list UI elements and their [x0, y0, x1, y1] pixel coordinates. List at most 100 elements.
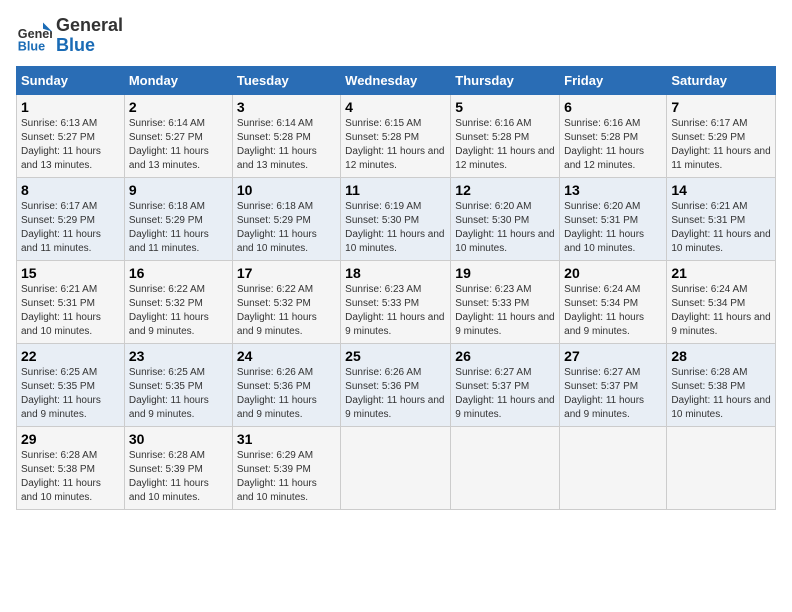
day-number: 15 — [21, 265, 120, 281]
logo-blue: Blue — [56, 36, 123, 56]
day-cell: 7 Sunrise: 6:17 AM Sunset: 5:29 PM Dayli… — [667, 94, 776, 177]
day-cell: 20 Sunrise: 6:24 AM Sunset: 5:34 PM Dayl… — [560, 260, 667, 343]
day-number: 6 — [564, 99, 662, 115]
header-cell-tuesday: Tuesday — [232, 66, 340, 94]
day-detail: Sunrise: 6:22 AM Sunset: 5:32 PM Dayligh… — [237, 283, 336, 339]
week-row-2: 8 Sunrise: 6:17 AM Sunset: 5:29 PM Dayli… — [17, 177, 776, 260]
day-detail: Sunrise: 6:14 AM Sunset: 5:28 PM Dayligh… — [237, 117, 336, 173]
day-cell: 16 Sunrise: 6:22 AM Sunset: 5:32 PM Dayl… — [124, 260, 232, 343]
day-detail: Sunrise: 6:17 AM Sunset: 5:29 PM Dayligh… — [21, 200, 120, 256]
day-cell: 28 Sunrise: 6:28 AM Sunset: 5:38 PM Dayl… — [667, 343, 776, 426]
week-row-4: 22 Sunrise: 6:25 AM Sunset: 5:35 PM Dayl… — [17, 343, 776, 426]
day-detail: Sunrise: 6:16 AM Sunset: 5:28 PM Dayligh… — [455, 117, 555, 173]
day-detail: Sunrise: 6:29 AM Sunset: 5:39 PM Dayligh… — [237, 449, 336, 505]
day-number: 19 — [455, 265, 555, 281]
day-number: 22 — [21, 348, 120, 364]
day-cell: 13 Sunrise: 6:20 AM Sunset: 5:31 PM Dayl… — [560, 177, 667, 260]
header-cell-saturday: Saturday — [667, 66, 776, 94]
day-number: 16 — [129, 265, 228, 281]
day-number: 17 — [237, 265, 336, 281]
header-cell-sunday: Sunday — [17, 66, 125, 94]
day-cell: 29 Sunrise: 6:28 AM Sunset: 5:38 PM Dayl… — [17, 426, 125, 509]
day-cell: 31 Sunrise: 6:29 AM Sunset: 5:39 PM Dayl… — [232, 426, 340, 509]
day-detail: Sunrise: 6:23 AM Sunset: 5:33 PM Dayligh… — [345, 283, 446, 339]
day-number: 21 — [671, 265, 771, 281]
page-header: General Blue General Blue — [16, 16, 776, 56]
day-cell: 10 Sunrise: 6:18 AM Sunset: 5:29 PM Dayl… — [232, 177, 340, 260]
header-cell-friday: Friday — [560, 66, 667, 94]
day-cell: 3 Sunrise: 6:14 AM Sunset: 5:28 PM Dayli… — [232, 94, 340, 177]
day-number: 18 — [345, 265, 446, 281]
day-number: 2 — [129, 99, 228, 115]
day-cell: 25 Sunrise: 6:26 AM Sunset: 5:36 PM Dayl… — [341, 343, 451, 426]
day-number: 29 — [21, 431, 120, 447]
header-cell-wednesday: Wednesday — [341, 66, 451, 94]
day-detail: Sunrise: 6:25 AM Sunset: 5:35 PM Dayligh… — [129, 366, 228, 422]
week-row-3: 15 Sunrise: 6:21 AM Sunset: 5:31 PM Dayl… — [17, 260, 776, 343]
day-number: 7 — [671, 99, 771, 115]
day-detail: Sunrise: 6:25 AM Sunset: 5:35 PM Dayligh… — [21, 366, 120, 422]
day-cell: 8 Sunrise: 6:17 AM Sunset: 5:29 PM Dayli… — [17, 177, 125, 260]
day-cell: 17 Sunrise: 6:22 AM Sunset: 5:32 PM Dayl… — [232, 260, 340, 343]
day-number: 11 — [345, 182, 446, 198]
day-cell: 11 Sunrise: 6:19 AM Sunset: 5:30 PM Dayl… — [341, 177, 451, 260]
calendar-table: SundayMondayTuesdayWednesdayThursdayFrid… — [16, 66, 776, 510]
day-detail: Sunrise: 6:18 AM Sunset: 5:29 PM Dayligh… — [237, 200, 336, 256]
day-detail: Sunrise: 6:28 AM Sunset: 5:38 PM Dayligh… — [21, 449, 120, 505]
day-cell: 9 Sunrise: 6:18 AM Sunset: 5:29 PM Dayli… — [124, 177, 232, 260]
week-row-5: 29 Sunrise: 6:28 AM Sunset: 5:38 PM Dayl… — [17, 426, 776, 509]
day-detail: Sunrise: 6:24 AM Sunset: 5:34 PM Dayligh… — [671, 283, 771, 339]
day-detail: Sunrise: 6:27 AM Sunset: 5:37 PM Dayligh… — [564, 366, 662, 422]
day-detail: Sunrise: 6:28 AM Sunset: 5:39 PM Dayligh… — [129, 449, 228, 505]
day-number: 3 — [237, 99, 336, 115]
day-detail: Sunrise: 6:27 AM Sunset: 5:37 PM Dayligh… — [455, 366, 555, 422]
day-detail: Sunrise: 6:13 AM Sunset: 5:27 PM Dayligh… — [21, 117, 120, 173]
day-detail: Sunrise: 6:28 AM Sunset: 5:38 PM Dayligh… — [671, 366, 771, 422]
day-detail: Sunrise: 6:19 AM Sunset: 5:30 PM Dayligh… — [345, 200, 446, 256]
day-number: 10 — [237, 182, 336, 198]
day-cell — [451, 426, 560, 509]
day-cell — [667, 426, 776, 509]
day-cell: 21 Sunrise: 6:24 AM Sunset: 5:34 PM Dayl… — [667, 260, 776, 343]
day-number: 28 — [671, 348, 771, 364]
day-detail: Sunrise: 6:17 AM Sunset: 5:29 PM Dayligh… — [671, 117, 771, 173]
day-cell — [341, 426, 451, 509]
day-detail: Sunrise: 6:23 AM Sunset: 5:33 PM Dayligh… — [455, 283, 555, 339]
day-cell: 24 Sunrise: 6:26 AM Sunset: 5:36 PM Dayl… — [232, 343, 340, 426]
day-number: 4 — [345, 99, 446, 115]
day-number: 26 — [455, 348, 555, 364]
day-number: 25 — [345, 348, 446, 364]
day-number: 12 — [455, 182, 555, 198]
day-cell: 27 Sunrise: 6:27 AM Sunset: 5:37 PM Dayl… — [560, 343, 667, 426]
day-number: 27 — [564, 348, 662, 364]
day-cell: 1 Sunrise: 6:13 AM Sunset: 5:27 PM Dayli… — [17, 94, 125, 177]
day-detail: Sunrise: 6:22 AM Sunset: 5:32 PM Dayligh… — [129, 283, 228, 339]
day-number: 8 — [21, 182, 120, 198]
day-number: 30 — [129, 431, 228, 447]
day-cell: 14 Sunrise: 6:21 AM Sunset: 5:31 PM Dayl… — [667, 177, 776, 260]
day-detail: Sunrise: 6:21 AM Sunset: 5:31 PM Dayligh… — [671, 200, 771, 256]
day-cell: 5 Sunrise: 6:16 AM Sunset: 5:28 PM Dayli… — [451, 94, 560, 177]
day-detail: Sunrise: 6:20 AM Sunset: 5:30 PM Dayligh… — [455, 200, 555, 256]
calendar-body: 1 Sunrise: 6:13 AM Sunset: 5:27 PM Dayli… — [17, 94, 776, 509]
day-number: 24 — [237, 348, 336, 364]
day-cell: 22 Sunrise: 6:25 AM Sunset: 5:35 PM Dayl… — [17, 343, 125, 426]
day-number: 13 — [564, 182, 662, 198]
svg-text:Blue: Blue — [18, 39, 45, 53]
header-row: SundayMondayTuesdayWednesdayThursdayFrid… — [17, 66, 776, 94]
header-cell-thursday: Thursday — [451, 66, 560, 94]
day-number: 20 — [564, 265, 662, 281]
day-number: 23 — [129, 348, 228, 364]
day-cell: 12 Sunrise: 6:20 AM Sunset: 5:30 PM Dayl… — [451, 177, 560, 260]
day-number: 5 — [455, 99, 555, 115]
day-detail: Sunrise: 6:15 AM Sunset: 5:28 PM Dayligh… — [345, 117, 446, 173]
day-detail: Sunrise: 6:18 AM Sunset: 5:29 PM Dayligh… — [129, 200, 228, 256]
header-cell-monday: Monday — [124, 66, 232, 94]
day-cell: 26 Sunrise: 6:27 AM Sunset: 5:37 PM Dayl… — [451, 343, 560, 426]
day-number: 9 — [129, 182, 228, 198]
day-detail: Sunrise: 6:26 AM Sunset: 5:36 PM Dayligh… — [345, 366, 446, 422]
day-detail: Sunrise: 6:21 AM Sunset: 5:31 PM Dayligh… — [21, 283, 120, 339]
day-number: 31 — [237, 431, 336, 447]
day-detail: Sunrise: 6:14 AM Sunset: 5:27 PM Dayligh… — [129, 117, 228, 173]
logo-general: General — [56, 16, 123, 36]
